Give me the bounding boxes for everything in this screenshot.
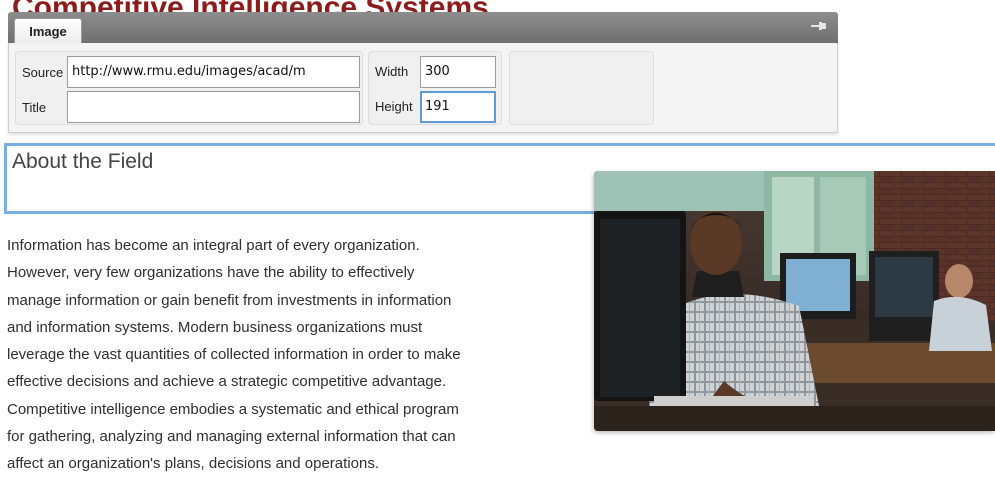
paragraph-line: affect an organization's plans, decision… [7, 455, 379, 473]
image-properties-toolbar: Image Source http://www.rmu.edu/images/a… [8, 12, 838, 133]
paragraph-line: Information has become an integral part … [7, 237, 420, 254]
paragraph-line: effective decisions and achieve a strate… [7, 373, 447, 391]
size-group: Width 300 Height 191 [368, 51, 502, 125]
empty-options-group [509, 51, 654, 125]
body-paragraph: Information has become an integral part … [7, 232, 567, 478]
paragraph-line: and information systems. Modern business… [7, 318, 423, 336]
source-input[interactable]: http://www.rmu.edu/images/acad/m [67, 56, 360, 88]
paragraph-line: However, very few organizations have the… [7, 264, 415, 282]
photo-illustration [594, 171, 995, 431]
title-label: Title [22, 100, 47, 115]
paragraph-line: for gathering, analyzing and managing ex… [7, 428, 456, 446]
title-input[interactable] [67, 91, 360, 123]
paragraph-line: manage information or gain benefit from … [7, 291, 452, 309]
width-input[interactable]: 300 [420, 56, 496, 88]
width-label: Width [375, 64, 409, 79]
section-title: About the Field [12, 150, 154, 173]
toolbar-title-bar: Image [8, 12, 838, 44]
paragraph-line: Competitive intelligence embodies a syst… [7, 400, 459, 418]
content-photo[interactable] [594, 171, 995, 431]
pin-icon[interactable] [810, 20, 828, 34]
paragraph-line: leverage the vast quantities of collecte… [7, 346, 461, 364]
height-label: Height [375, 99, 413, 114]
source-title-group: Source http://www.rmu.edu/images/acad/m … [15, 51, 363, 125]
height-input[interactable]: 191 [420, 91, 496, 123]
toolbar-body: Source http://www.rmu.edu/images/acad/m … [8, 43, 838, 133]
source-label: Source [22, 65, 64, 80]
tab-image[interactable]: Image [14, 18, 82, 44]
